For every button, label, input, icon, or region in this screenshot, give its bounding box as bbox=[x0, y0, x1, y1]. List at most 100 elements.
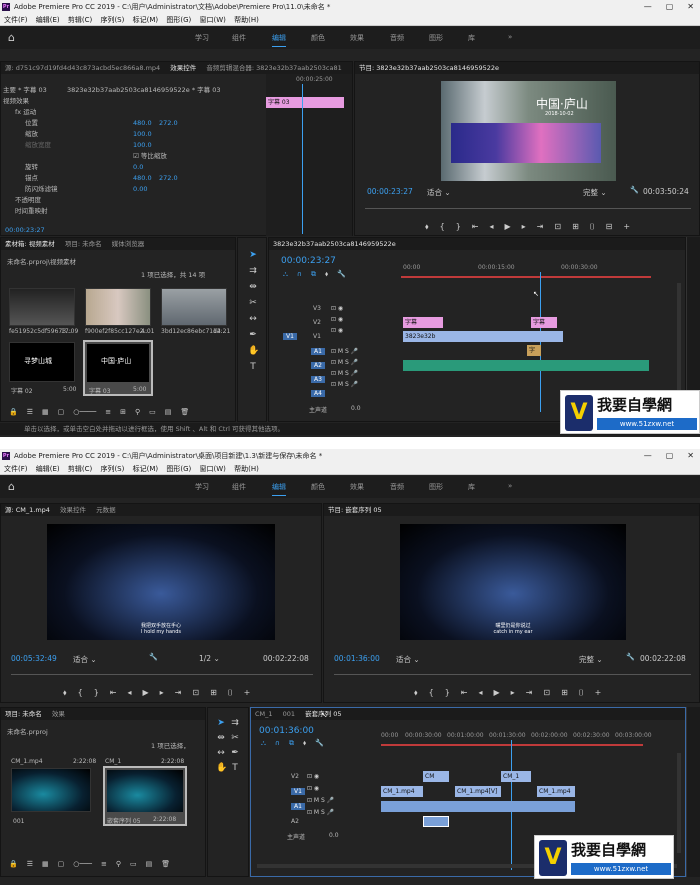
workspace-learn[interactable]: 学习 bbox=[195, 33, 209, 43]
tab-effect-controls[interactable]: 效果控件 bbox=[170, 64, 196, 72]
thumb-clip-1[interactable] bbox=[9, 288, 75, 326]
tab-effect-controls[interactable]: 效果控件 bbox=[60, 506, 86, 514]
track-v1[interactable]: V1 bbox=[291, 788, 305, 795]
master-track[interactable]: 主声道 bbox=[287, 832, 305, 841]
clip-cm1-mp4-b[interactable]: CM_1.mp4 bbox=[537, 786, 575, 797]
selection-tool-icon[interactable]: ➤ bbox=[248, 250, 258, 260]
menu-file[interactable]: 文件(F) bbox=[4, 16, 28, 24]
work-area-bar[interactable] bbox=[381, 744, 643, 746]
tab-media-browser[interactable]: 媒体浏览器 bbox=[112, 240, 145, 248]
minimize-icon[interactable]: — bbox=[644, 0, 652, 14]
prop-position[interactable]: 位置 480.0 272.0 bbox=[25, 119, 265, 128]
camera-icon[interactable]: ⌷ bbox=[579, 688, 584, 698]
menu-clip[interactable]: 剪辑(C) bbox=[68, 465, 92, 473]
item-2-thumb[interactable]: 嵌套序列 05 2:22:08 bbox=[103, 766, 187, 826]
marker-icon[interactable]: ⬧ bbox=[414, 688, 418, 698]
play-icon[interactable]: ▶ bbox=[505, 222, 511, 232]
clip-video-v1[interactable]: 3823e32b bbox=[403, 331, 563, 342]
automate-icon[interactable]: ⊞ bbox=[120, 408, 126, 416]
extract-icon[interactable]: ⊞ bbox=[572, 222, 579, 232]
program-quality-select[interactable]: 完整 ⌄ bbox=[583, 187, 607, 198]
mute-solo-icon[interactable]: ⊡ M S 🎤 bbox=[331, 348, 358, 355]
new-item-icon[interactable]: ▤ bbox=[146, 860, 153, 868]
camera-icon[interactable]: ⌷ bbox=[590, 222, 595, 232]
icon-view-icon[interactable]: ▦ bbox=[42, 408, 49, 416]
workspace-color[interactable]: 颜色 bbox=[311, 33, 325, 43]
tab-cm1[interactable]: CM_1 bbox=[255, 710, 273, 718]
prop-rotation[interactable]: 旋转 0.0 bbox=[25, 163, 265, 172]
hand-tool-icon[interactable]: ✋ bbox=[216, 763, 227, 773]
step-back-icon[interactable]: ◂ bbox=[479, 688, 483, 698]
ripple-edit-tool-icon[interactable]: ⇹ bbox=[216, 733, 226, 743]
clip-title-2[interactable]: 字幕 bbox=[531, 317, 557, 328]
menu-marker[interactable]: 标记(M) bbox=[133, 16, 159, 24]
go-to-out-icon[interactable]: ⇥ bbox=[175, 688, 182, 698]
sync-lock-icon[interactable]: ⊡ ◉ bbox=[331, 316, 343, 323]
wrench-icon[interactable]: 🔧 bbox=[149, 653, 158, 661]
mute-solo-icon[interactable]: ⊡ M S 🎤 bbox=[307, 797, 334, 804]
overwrite-icon[interactable]: ⊞ bbox=[210, 688, 217, 698]
program-fit-select[interactable]: 适合 ⌄ bbox=[396, 654, 420, 665]
prop-antiflicker[interactable]: 防闪烁滤镜 0.00 bbox=[25, 185, 265, 194]
zoom-slider[interactable]: ○─── bbox=[73, 860, 92, 868]
timeline-timecode[interactable]: 00:00:23:27 bbox=[281, 256, 336, 266]
home-icon[interactable]: ⌂ bbox=[8, 32, 20, 44]
track-a2[interactable]: A2 bbox=[291, 818, 299, 825]
track-v1[interactable]: V1 bbox=[313, 333, 321, 340]
add-button-icon[interactable]: + bbox=[623, 222, 630, 232]
new-item-icon[interactable]: ▤ bbox=[165, 408, 172, 416]
menu-file[interactable]: 文件(F) bbox=[4, 465, 28, 473]
close-icon[interactable]: ✕ bbox=[687, 0, 694, 14]
clear-icon[interactable]: 🗑 bbox=[180, 408, 189, 416]
source-resolution-select[interactable]: 1/2 ⌄ bbox=[199, 654, 220, 663]
item-1-thumb[interactable] bbox=[11, 768, 91, 812]
thumb-clip-2[interactable] bbox=[85, 288, 151, 326]
lift-icon[interactable]: ⊡ bbox=[543, 688, 550, 698]
mark-in-icon[interactable]: { bbox=[78, 688, 83, 698]
thumb-title-02[interactable]: 寻梦山城 bbox=[9, 342, 75, 382]
track-v2[interactable]: V2 bbox=[313, 319, 321, 326]
settings-icon[interactable]: ⊟ bbox=[606, 222, 613, 232]
lock-icon[interactable]: 🔒 bbox=[9, 408, 18, 416]
tab-program[interactable]: 节目: 嵌套序列 05 bbox=[328, 506, 382, 514]
sync-lock-icon[interactable]: ⊡ ◉ bbox=[307, 785, 334, 792]
clear-icon[interactable]: 🗑 bbox=[161, 860, 170, 868]
mute-solo-icon[interactable]: ⊡ M S 🎤 bbox=[331, 370, 358, 377]
camera-icon[interactable]: ⌷ bbox=[228, 688, 233, 698]
new-bin-icon[interactable]: ▭ bbox=[149, 408, 156, 416]
menu-sequence[interactable]: 序列(S) bbox=[100, 16, 124, 24]
master-track[interactable]: 主声道 bbox=[309, 405, 327, 414]
type-tool-icon[interactable]: T bbox=[248, 362, 258, 372]
add-button-icon[interactable]: + bbox=[595, 688, 602, 698]
pen-tool-icon[interactable]: ✒ bbox=[248, 330, 258, 340]
timeline-settings-icon[interactable]: 🔧 bbox=[337, 270, 346, 279]
step-back-icon[interactable]: ◂ bbox=[128, 688, 132, 698]
master-clip-label[interactable]: 主要 * 字幕 03 bbox=[3, 86, 63, 95]
tab-001[interactable]: 001 bbox=[283, 710, 295, 718]
menu-sequence[interactable]: 序列(S) bbox=[100, 465, 124, 473]
menu-graphics[interactable]: 图形(G) bbox=[166, 465, 191, 473]
source-timecode[interactable]: 00:05:32:49 bbox=[11, 654, 57, 663]
zoom-slider[interactable]: ○──── bbox=[73, 408, 96, 416]
workspace-color[interactable]: 颜色 bbox=[311, 482, 325, 492]
ec-timecode[interactable]: 00:00:23:27 bbox=[5, 226, 45, 234]
timeline-vscroll[interactable] bbox=[677, 753, 681, 853]
mute-solo-icon[interactable]: ⊡ M S 🎤 bbox=[307, 809, 334, 816]
type-tool-icon[interactable]: T bbox=[230, 763, 240, 773]
workspace-editing[interactable]: 编辑 bbox=[272, 482, 286, 496]
minimize-icon[interactable]: — bbox=[644, 449, 652, 463]
go-to-out-icon[interactable]: ⇥ bbox=[526, 688, 533, 698]
menu-edit[interactable]: 编辑(E) bbox=[36, 465, 60, 473]
track-a1[interactable]: A1 bbox=[311, 348, 325, 355]
master-volume[interactable]: 0.0 bbox=[329, 832, 339, 839]
timeline-timecode[interactable]: 00:01:36:00 bbox=[259, 726, 314, 736]
snap-icon[interactable]: ∩ bbox=[297, 270, 302, 279]
play-icon[interactable]: ▶ bbox=[494, 688, 500, 698]
workspace-audio[interactable]: 音频 bbox=[390, 33, 404, 43]
prop-scale[interactable]: 缩放 100.0 bbox=[25, 130, 265, 139]
tab-program[interactable]: 节目: 3823e32b37aab2503ca8146959522e bbox=[359, 64, 499, 72]
sort-icon[interactable]: ≡ bbox=[101, 860, 107, 868]
track-a1[interactable]: A1 bbox=[291, 803, 305, 810]
more-workspaces-icon[interactable]: » bbox=[508, 482, 512, 490]
tab-sequence[interactable]: 3823e32b37aab2503ca8146959522e bbox=[273, 240, 396, 248]
